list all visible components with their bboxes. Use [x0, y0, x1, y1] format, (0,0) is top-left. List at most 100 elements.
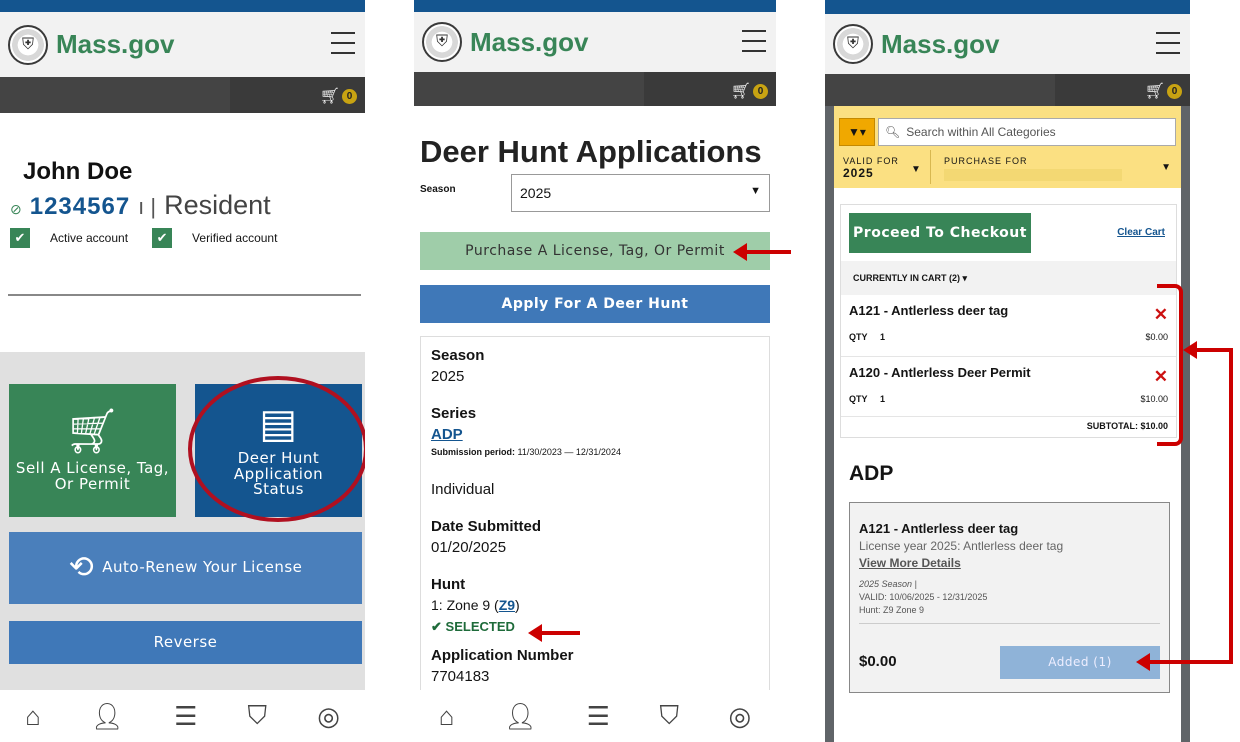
- cart-button[interactable]: 🛒︎ 0: [320, 86, 357, 106]
- selected-status: SELECTED: [445, 619, 515, 634]
- site-header: ⛨ Mass.gov: [414, 12, 776, 72]
- cart-icon: 🛒︎: [1144, 83, 1165, 100]
- cart-bar: 🛒︎ 0: [0, 77, 365, 113]
- mass-seal-icon[interactable]: ⛨: [422, 22, 462, 62]
- person-icon[interactable]: 👤︎: [91, 701, 124, 732]
- shield-icon[interactable]: ⛉: [248, 700, 268, 732]
- mass-seal-icon[interactable]: ⛨: [833, 24, 873, 64]
- product-valid-dates: VALID: 10/06/2025 - 12/31/2025: [859, 592, 988, 602]
- series-label: Series: [431, 405, 477, 422]
- application-number-value: 7704183: [431, 668, 490, 685]
- cart-count-badge: 0: [342, 88, 357, 104]
- cart-item: A121 - Antlerless deer tag ✕ QTY 1 $0.00: [841, 295, 1176, 357]
- arrowhead-added: [1136, 653, 1150, 671]
- mass-seal-icon[interactable]: ⛨: [8, 24, 48, 65]
- proceed-checkout-button[interactable]: Proceed To Checkout: [849, 213, 1031, 253]
- search-placeholder: Search within All Categories: [906, 125, 1056, 139]
- top-stripe: [0, 0, 365, 12]
- valid-for-chevron-icon: ▼: [911, 164, 921, 175]
- series-link[interactable]: ADP: [431, 426, 759, 443]
- qty-value: 1: [880, 394, 886, 404]
- verified-check-icon: ✔: [152, 228, 173, 248]
- cart-summary: Proceed To Checkout Clear Cart CURRENTLY…: [840, 204, 1177, 438]
- purchase-license-button[interactable]: Purchase A License, Tag, Or Permit: [420, 232, 770, 270]
- active-check-icon: ✔: [10, 228, 30, 248]
- site-logo[interactable]: Mass.gov: [881, 29, 1000, 60]
- season-select-value: 2025: [520, 185, 552, 201]
- purchase-for-chevron-icon: ▼: [1161, 162, 1171, 173]
- clear-cart-link[interactable]: Clear Cart: [1117, 227, 1165, 238]
- added-label: Added (1): [1048, 655, 1112, 670]
- id-status-dot-icon: ⊘: [10, 201, 22, 217]
- hamburger-menu-icon[interactable]: [742, 30, 766, 60]
- shield-icon[interactable]: ⛉: [659, 700, 679, 732]
- site-logo[interactable]: Mass.gov: [56, 29, 175, 60]
- hunt-prefix: 1: Zone 9 (: [431, 597, 499, 613]
- help-lifebuoy-icon[interactable]: ◎: [317, 701, 340, 732]
- season-select[interactable]: 2025 ▼: [511, 174, 770, 212]
- apply-deer-hunt-button[interactable]: Apply For A Deer Hunt: [420, 285, 770, 323]
- list-icon[interactable]: ☰: [174, 701, 197, 732]
- cart-subtotal: SUBTOTAL: $10.00: [1086, 421, 1168, 431]
- reverse-button[interactable]: Reverse: [9, 621, 362, 664]
- date-submitted-label: Date Submitted: [431, 518, 542, 535]
- view-more-details-link[interactable]: View More Details: [859, 556, 1160, 570]
- page-title: Deer Hunt Applications: [420, 134, 762, 169]
- site-header: ⛨ Mass.gov: [0, 12, 365, 77]
- purchase-license-label: Purchase A License, Tag, Or Permit: [465, 242, 725, 259]
- cart-item-name: A120 - Antlerless Deer Permit: [849, 365, 1031, 380]
- application-card: Season 2025 Series ADP Submission period…: [420, 336, 770, 696]
- top-stripe: [414, 0, 776, 12]
- product-hunt: Hunt: Z9 Zone 9: [859, 605, 925, 615]
- valid-for-value: 2025: [843, 166, 874, 180]
- cart-items-toggle[interactable]: CURRENTLY IN CART (2) ▾: [841, 261, 1176, 295]
- section-title: ADP: [849, 462, 894, 485]
- cart-bracket-annotation: [1157, 284, 1183, 446]
- cart-icon: 🛒︎: [319, 88, 340, 105]
- filter-dropdown-icon[interactable]: ▼▾: [839, 118, 875, 146]
- cart-button[interactable]: 🛒︎ 0: [1145, 81, 1182, 101]
- caret-down-icon: ▾: [962, 273, 968, 283]
- arrowhead-top: [1183, 341, 1197, 359]
- filter-panel: ▼▾ 🔍︎ Search within All Categories VALID…: [834, 106, 1181, 188]
- sell-license-label: Sell A License, Tag, Or Permit: [15, 458, 170, 493]
- application-number-label: Application Number: [431, 647, 574, 664]
- hamburger-menu-icon[interactable]: [1156, 32, 1180, 62]
- product-season: 2025 Season |: [859, 579, 917, 589]
- hamburger-menu-icon[interactable]: [331, 32, 355, 62]
- valid-for-select[interactable]: VALID FOR 2025: [843, 156, 899, 180]
- home-icon[interactable]: ⌂: [439, 701, 455, 732]
- cart-button[interactable]: 🛒︎ 0: [731, 81, 768, 101]
- purchase-for-select[interactable]: PURCHASE FOR: [944, 156, 1122, 181]
- site-logo[interactable]: Mass.gov: [470, 27, 589, 58]
- cart-item-name: A121 - Antlerless deer tag: [849, 303, 1009, 318]
- customer-name: John Doe: [23, 158, 133, 185]
- cart-download-icon: 🛒︎: [64, 405, 121, 457]
- product-card: A121 - Antlerless deer tag License year …: [849, 502, 1170, 693]
- bottom-nav: ⌂ 👤︎ ☰ ⛉ ◎: [0, 690, 365, 742]
- cart-bar: 🛒︎ 0: [414, 72, 776, 106]
- account-screen: ⛨ Mass.gov 🛒︎ 0 John Doe ⊘ 1234567 ı | Re…: [0, 0, 365, 742]
- card-season-label: Season: [431, 347, 485, 364]
- submission-label: Submission period:: [431, 447, 516, 457]
- list-icon[interactable]: ☰: [587, 701, 610, 732]
- deer-hunt-applications-screen: ⛨ Mass.gov 🛒︎ 0 Deer Hunt Applications Se…: [414, 0, 776, 742]
- checkout-label: Proceed To Checkout: [853, 224, 1027, 241]
- divider: [8, 294, 361, 296]
- highlight-circle: [188, 376, 365, 522]
- hunt-suffix: ): [515, 597, 520, 613]
- search-input[interactable]: 🔍︎ Search within All Categories: [878, 118, 1176, 146]
- date-submitted-value: 01/20/2025: [431, 539, 507, 556]
- in-cart-label: CURRENTLY IN CART (2): [853, 273, 961, 283]
- product-name: A121 - Antlerless deer tag: [859, 521, 1019, 536]
- hunt-zone-link[interactable]: Z9: [499, 597, 515, 613]
- auto-renew-button[interactable]: ⟲ Auto-Renew Your License: [9, 532, 362, 604]
- sell-license-tile[interactable]: 🛒︎ Sell A License, Tag, Or Permit: [9, 384, 176, 517]
- qty-label: QTY: [849, 394, 868, 404]
- product-price: $0.00: [859, 653, 897, 670]
- home-icon[interactable]: ⌂: [25, 701, 41, 732]
- residency-status: Resident: [164, 190, 271, 220]
- person-icon[interactable]: 👤︎: [504, 701, 537, 732]
- top-stripe: [825, 0, 1190, 14]
- help-lifebuoy-icon[interactable]: ◎: [729, 701, 752, 732]
